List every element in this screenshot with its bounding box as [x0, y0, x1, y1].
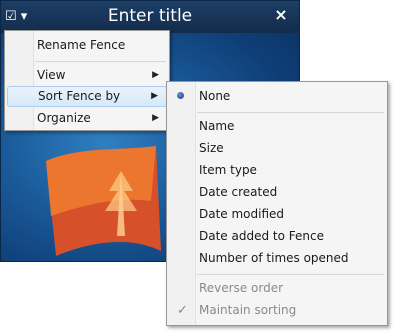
sort-option-size[interactable]: Size	[169, 138, 385, 159]
menu-item-organize[interactable]: Organize ▶	[7, 108, 167, 129]
menu-item-label: Item type	[199, 163, 257, 177]
sort-option-maintain-sorting[interactable]: ✓ Maintain sorting	[169, 300, 385, 321]
chevron-right-icon: ▶	[152, 113, 159, 123]
fence-title[interactable]: Enter title	[1, 6, 299, 26]
sort-option-times-opened[interactable]: Number of times opened	[169, 248, 385, 269]
menu-item-label: None	[199, 89, 231, 103]
sort-option-date-modified[interactable]: Date modified	[169, 204, 385, 225]
menu-item-label: Date created	[199, 185, 278, 199]
chevron-right-icon: ▶	[152, 70, 159, 80]
menu-separator	[197, 112, 384, 113]
sort-option-item-type[interactable]: Item type	[169, 160, 385, 181]
menu-item-label: Date added to Fence	[199, 229, 324, 243]
menu-item-label: Sort Fence by	[38, 89, 121, 103]
fence-context-menu: Rename Fence View ▶ Sort Fence by ▶ Orga…	[4, 30, 170, 131]
sort-option-date-created[interactable]: Date created	[169, 182, 385, 203]
sort-option-date-added[interactable]: Date added to Fence	[169, 226, 385, 247]
radio-bullet-icon	[177, 92, 184, 99]
menu-item-sort-fence-by[interactable]: Sort Fence by ▶	[7, 86, 167, 107]
menu-separator	[197, 274, 384, 275]
sort-submenu: None Name Size Item type Date created Da…	[166, 81, 388, 326]
menu-item-label: Date modified	[199, 207, 285, 221]
menu-separator	[35, 61, 166, 62]
close-icon[interactable]: ×	[273, 6, 289, 24]
windows-logo-art	[46, 146, 161, 256]
menu-item-label: Name	[199, 119, 235, 133]
menu-item-view[interactable]: View ▶	[7, 65, 167, 86]
fence-titlebar[interactable]: ☑ ▾ Enter title ×	[1, 1, 299, 33]
sort-option-none[interactable]: None	[169, 86, 385, 107]
menu-item-label: Size	[199, 141, 224, 155]
menu-item-label: Maintain sorting	[199, 303, 297, 317]
menu-item-rename-fence[interactable]: Rename Fence	[7, 35, 167, 56]
menu-item-label: View	[37, 68, 66, 82]
menu-item-label: Reverse order	[199, 281, 284, 295]
sort-option-name[interactable]: Name	[169, 116, 385, 137]
menu-item-label: Rename Fence	[37, 38, 126, 52]
chevron-right-icon: ▶	[151, 91, 158, 101]
menu-item-label: Organize	[37, 111, 91, 125]
menu-item-label: Number of times opened	[199, 251, 349, 265]
checkmark-icon: ✓	[177, 303, 188, 318]
sort-option-reverse-order[interactable]: Reverse order	[169, 278, 385, 299]
